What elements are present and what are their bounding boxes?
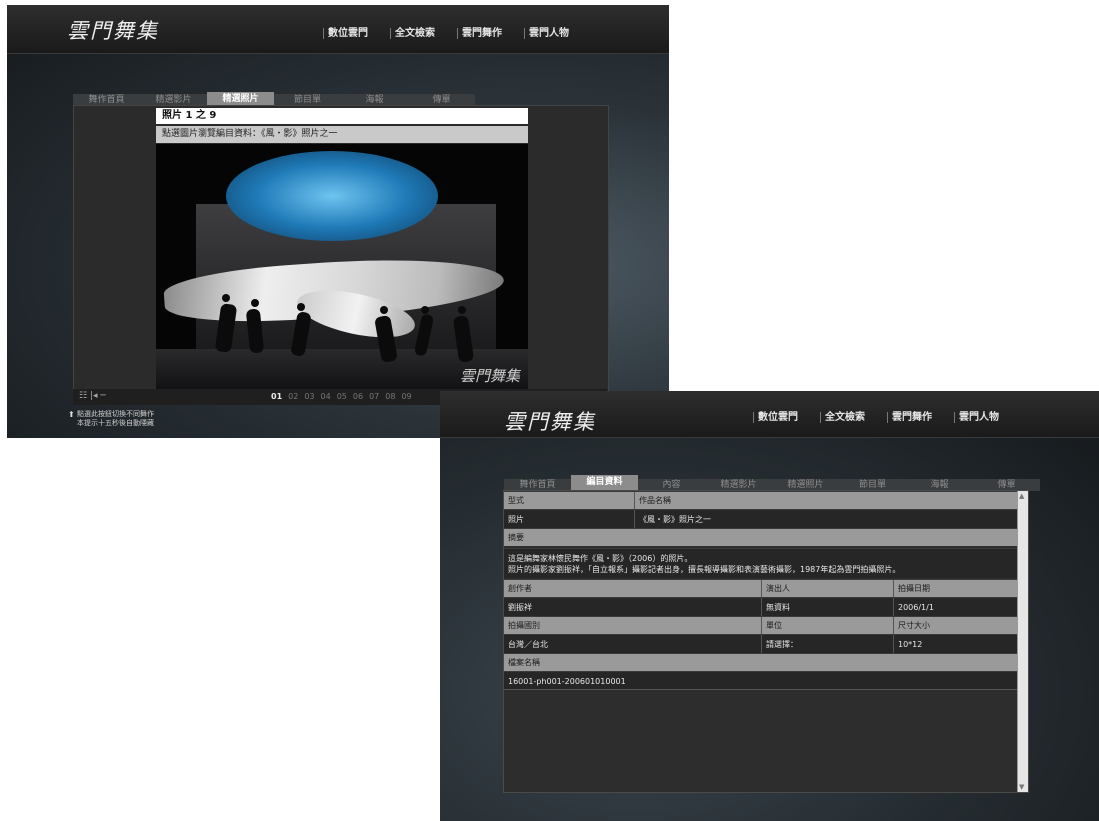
page-link[interactable]: 02 <box>288 392 298 401</box>
page-link[interactable]: 04 <box>321 392 331 401</box>
photo-watermark: 雲門舞集 <box>459 367 520 385</box>
top-nav: 數位雲門 全文檢索 雲門舞作 雲門人物 <box>323 28 591 39</box>
dancer-head <box>297 303 305 311</box>
arrow-up-icon: ⬆ <box>68 410 75 419</box>
photo-counter: 照片 1 之 9 <box>156 108 528 124</box>
hint-line: 點選此按鈕切換不同舞作 <box>77 410 154 418</box>
photo-panel: 照片 1 之 9 點選圖片瀏覽編目資料：《風・影》照片之一 雲門舞集 <box>73 105 609 405</box>
summary-text: 這是編舞家林懷民舞作《風・影》（2006）的照片。 照片的攝影家劉振祥，「自立報… <box>504 548 1018 578</box>
type-value: 照片 <box>504 510 635 528</box>
date-value: 2006/1/1 <box>898 603 934 612</box>
location-value: 台灣／台北 <box>504 635 762 653</box>
page-link[interactable]: 05 <box>337 392 347 401</box>
view-controls-icon[interactable]: ☷ |◂ ─ <box>79 391 106 401</box>
site-logo[interactable]: 雲門舞集 <box>67 15 159 45</box>
switch-work-hint[interactable]: ⬆ 點選此按鈕切換不同舞作 本提示十五秒後自動隱藏 <box>68 410 154 428</box>
tab-catalog-data[interactable]: 編目資料 <box>571 475 638 491</box>
type-label: 型式 <box>504 492 635 509</box>
performer-label: 演出人 <box>762 580 894 597</box>
catalog-label-row: 拍攝國別 單位 尺寸大小 <box>504 616 1018 634</box>
dancer-head <box>251 299 259 307</box>
vertical-scrollbar[interactable]: ▲ ▼ <box>1017 491 1028 792</box>
performer-value: 無資料 <box>762 598 894 616</box>
hint-line: 本提示十五秒後自動隱藏 <box>77 419 154 427</box>
photo-pagination: 01 02 03 04 05 06 07 08 09 <box>271 392 418 401</box>
catalog-label-row: 摘要 <box>504 528 1018 546</box>
catalog-label-row: 檔案名稱 <box>504 653 1018 671</box>
catalog-value-row: 照片 《風・影》照片之一 <box>504 509 1018 528</box>
unit-select[interactable]: 請選擇： <box>762 635 894 653</box>
page-link[interactable]: 07 <box>369 392 379 401</box>
page-link[interactable]: 06 <box>353 392 363 401</box>
catalog-label-row: 型式 作品名稱 <box>504 491 1018 509</box>
blue-projection <box>226 151 438 241</box>
nav-fulltext-search[interactable]: 全文檢索 <box>820 412 887 423</box>
nav-cloudgate-works[interactable]: 雲門舞作 <box>457 28 524 39</box>
filename-value: 16001-ph001-200601010001 <box>508 677 626 686</box>
dancer-head <box>421 306 429 314</box>
nav-digital-cloudgate[interactable]: 數位雲門 <box>323 28 390 39</box>
unit-label: 單位 <box>762 617 894 634</box>
nav-cloudgate-people[interactable]: 雲門人物 <box>524 28 591 39</box>
work-name-value: 《風・影》照片之一 <box>639 515 711 524</box>
scroll-down-icon[interactable]: ▼ <box>1019 783 1024 791</box>
dancer-head <box>222 294 230 302</box>
dancer-head <box>458 306 466 314</box>
top-nav: 數位雲門 全文檢索 雲門舞作 雲門人物 <box>753 412 1021 423</box>
nav-cloudgate-people[interactable]: 雲門人物 <box>954 412 1021 423</box>
summary-line: 這是編舞家林懷民舞作《風・影》（2006）的照片。 <box>508 554 693 563</box>
summary-label: 摘要 <box>508 533 524 542</box>
catalog-value-row: 台灣／台北 請選擇： 10*12 <box>504 634 1018 653</box>
page-link[interactable]: 08 <box>385 392 395 401</box>
nav-digital-cloudgate[interactable]: 數位雲門 <box>753 412 820 423</box>
scroll-up-icon[interactable]: ▲ <box>1019 492 1024 500</box>
site-header: 雲門舞集 數位雲門 全文檢索 雲門舞作 雲門人物 <box>440 391 1099 438</box>
catalog-panel: 型式 作品名稱 照片 《風・影》照片之一 摘要 這是編舞家林懷民舞作《風・影》（… <box>503 490 1029 793</box>
creator-value: 劉振祥 <box>504 598 762 616</box>
photo-caption: 點選圖片瀏覽編目資料：《風・影》照片之一 <box>156 126 528 143</box>
page-link[interactable]: 03 <box>304 392 314 401</box>
summary-line: 照片的攝影家劉振祥，「自立報系」攝影記者出身，擅長報導攝影和表演藝術攝影，198… <box>508 565 901 574</box>
catalog-window: 雲門舞集 數位雲門 全文檢索 雲門舞作 雲門人物 舞作首頁 編目資料 內容 精選… <box>440 391 1099 821</box>
site-header: 雲門舞集 數位雲門 全文檢索 雲門舞作 雲門人物 <box>7 5 669 54</box>
page-link[interactable]: 09 <box>401 392 411 401</box>
catalog-value-row: 16001-ph001-200601010001 <box>504 671 1018 690</box>
performance-photo[interactable]: 雲門舞集 <box>156 144 528 392</box>
work-name-label: 作品名稱 <box>639 496 671 505</box>
date-label: 拍攝日期 <box>898 584 930 593</box>
creator-label: 創作者 <box>504 580 762 597</box>
dancer-head <box>380 306 388 314</box>
size-value: 10*12 <box>898 640 923 649</box>
catalog-value-row: 劉振祥 無資料 2006/1/1 <box>504 597 1018 616</box>
catalog-label-row: 創作者 演出人 拍攝日期 <box>504 579 1018 597</box>
size-label: 尺寸大小 <box>898 621 930 630</box>
location-label: 拍攝國別 <box>504 617 762 634</box>
photo-viewer-window: 雲門舞集 數位雲門 全文檢索 雲門舞作 雲門人物 舞作首頁 精選影片 精選照片 … <box>7 5 669 438</box>
nav-cloudgate-works[interactable]: 雲門舞作 <box>887 412 954 423</box>
tab-selected-photos[interactable]: 精選照片 <box>207 92 274 106</box>
nav-fulltext-search[interactable]: 全文檢索 <box>390 28 457 39</box>
site-logo[interactable]: 雲門舞集 <box>504 406 596 436</box>
page-link[interactable]: 01 <box>271 392 282 401</box>
filename-label: 檔案名稱 <box>508 658 540 667</box>
